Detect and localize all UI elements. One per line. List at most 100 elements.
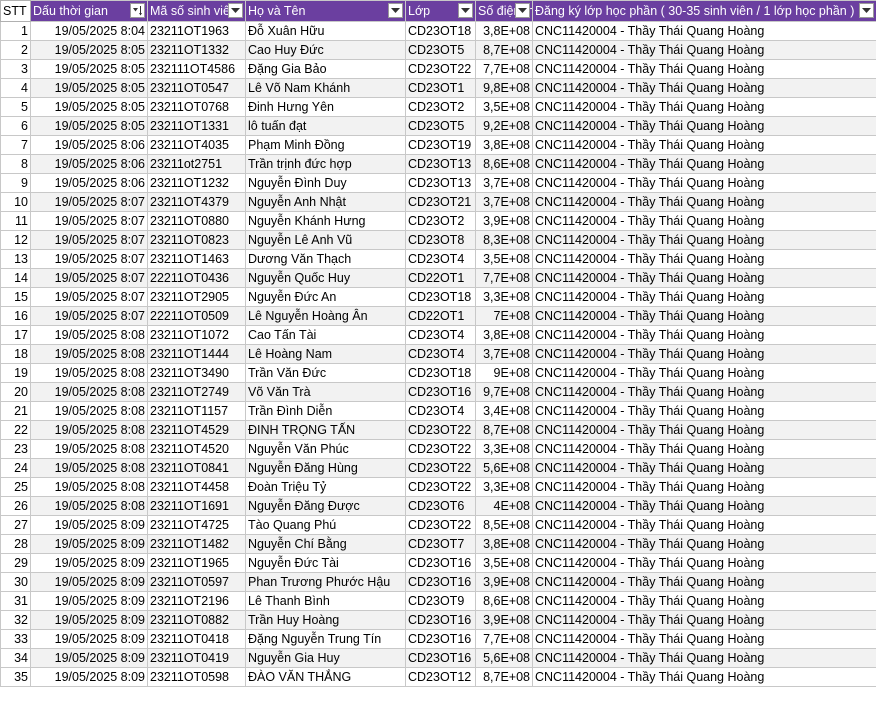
cell-full-name[interactable]: Võ Văn Trà bbox=[245, 382, 406, 402]
cell-student-id[interactable]: 22211OT0436 bbox=[147, 268, 246, 288]
cell-class[interactable]: CD23OT22 bbox=[405, 515, 476, 535]
cell-timestamp[interactable]: 19/05/2025 8:08 bbox=[30, 477, 148, 497]
cell-stt[interactable]: 35 bbox=[0, 667, 31, 687]
cell-course-registration[interactable]: CNC11420004 - Thầy Thái Quang Hoàng bbox=[532, 534, 876, 554]
cell-full-name[interactable]: Nguyễn Anh Nhật bbox=[245, 192, 406, 212]
cell-timestamp[interactable]: 19/05/2025 8:07 bbox=[30, 306, 148, 326]
cell-timestamp[interactable]: 19/05/2025 8:07 bbox=[30, 192, 148, 212]
column-header-course-registration[interactable]: Đăng ký lớp học phần ( 30-35 sinh viên /… bbox=[532, 0, 876, 22]
cell-class[interactable]: CD23OT21 bbox=[405, 192, 476, 212]
dropdown-icon[interactable] bbox=[388, 3, 403, 18]
cell-timestamp[interactable]: 19/05/2025 8:09 bbox=[30, 610, 148, 630]
cell-class[interactable]: CD23OT12 bbox=[405, 667, 476, 687]
cell-phone[interactable]: 4E+08 bbox=[475, 496, 533, 516]
cell-full-name[interactable]: Trần Văn Đức bbox=[245, 363, 406, 383]
cell-stt[interactable]: 23 bbox=[0, 439, 31, 459]
cell-phone[interactable]: 7,7E+08 bbox=[475, 59, 533, 79]
cell-student-id[interactable]: 23211OT1963 bbox=[147, 21, 246, 41]
cell-class[interactable]: CD23OT5 bbox=[405, 40, 476, 60]
cell-student-id[interactable]: 23211OT4379 bbox=[147, 192, 246, 212]
cell-timestamp[interactable]: 19/05/2025 8:07 bbox=[30, 249, 148, 269]
cell-timestamp[interactable]: 19/05/2025 8:08 bbox=[30, 496, 148, 516]
dropdown-icon[interactable] bbox=[458, 3, 473, 18]
cell-full-name[interactable]: Trần Đình Diễn bbox=[245, 401, 406, 421]
cell-course-registration[interactable]: CNC11420004 - Thầy Thái Quang Hoàng bbox=[532, 59, 876, 79]
cell-stt[interactable]: 12 bbox=[0, 230, 31, 250]
cell-stt[interactable]: 15 bbox=[0, 287, 31, 307]
cell-stt[interactable]: 25 bbox=[0, 477, 31, 497]
cell-course-registration[interactable]: CNC11420004 - Thầy Thái Quang Hoàng bbox=[532, 116, 876, 136]
cell-student-id[interactable]: 23211OT1482 bbox=[147, 534, 246, 554]
cell-class[interactable]: CD23OT22 bbox=[405, 59, 476, 79]
cell-class[interactable]: CD23OT13 bbox=[405, 173, 476, 193]
cell-phone[interactable]: 8,6E+08 bbox=[475, 154, 533, 174]
cell-timestamp[interactable]: 19/05/2025 8:06 bbox=[30, 154, 148, 174]
cell-phone[interactable]: 3,7E+08 bbox=[475, 173, 533, 193]
cell-phone[interactable]: 3,9E+08 bbox=[475, 211, 533, 231]
cell-timestamp[interactable]: 19/05/2025 8:08 bbox=[30, 420, 148, 440]
cell-phone[interactable]: 9,2E+08 bbox=[475, 116, 533, 136]
cell-stt[interactable]: 14 bbox=[0, 268, 31, 288]
cell-course-registration[interactable]: CNC11420004 - Thầy Thái Quang Hoàng bbox=[532, 401, 876, 421]
cell-phone[interactable]: 8,7E+08 bbox=[475, 40, 533, 60]
cell-timestamp[interactable]: 19/05/2025 8:05 bbox=[30, 116, 148, 136]
cell-full-name[interactable]: Phan Trương Phước Hậu bbox=[245, 572, 406, 592]
cell-phone[interactable]: 3,3E+08 bbox=[475, 287, 533, 307]
column-header-timestamp[interactable]: Dấu thời gian bbox=[30, 0, 148, 22]
cell-class[interactable]: CD23OT13 bbox=[405, 154, 476, 174]
cell-full-name[interactable]: lô tuấn đạt bbox=[245, 116, 406, 136]
cell-stt[interactable]: 16 bbox=[0, 306, 31, 326]
cell-class[interactable]: CD23OT18 bbox=[405, 287, 476, 307]
cell-stt[interactable]: 1 bbox=[0, 21, 31, 41]
cell-course-registration[interactable]: CNC11420004 - Thầy Thái Quang Hoàng bbox=[532, 249, 876, 269]
dropdown-icon[interactable] bbox=[515, 3, 530, 18]
cell-class[interactable]: CD23OT19 bbox=[405, 135, 476, 155]
cell-phone[interactable]: 8,6E+08 bbox=[475, 591, 533, 611]
cell-full-name[interactable]: Nguyễn Gia Huy bbox=[245, 648, 406, 668]
dropdown-icon[interactable] bbox=[859, 3, 874, 18]
cell-course-registration[interactable]: CNC11420004 - Thầy Thái Quang Hoàng bbox=[532, 154, 876, 174]
cell-stt[interactable]: 19 bbox=[0, 363, 31, 383]
cell-class[interactable]: CD23OT4 bbox=[405, 401, 476, 421]
cell-course-registration[interactable]: CNC11420004 - Thầy Thái Quang Hoàng bbox=[532, 173, 876, 193]
cell-stt[interactable]: 6 bbox=[0, 116, 31, 136]
cell-class[interactable]: CD23OT16 bbox=[405, 610, 476, 630]
cell-timestamp[interactable]: 19/05/2025 8:08 bbox=[30, 325, 148, 345]
cell-timestamp[interactable]: 19/05/2025 8:05 bbox=[30, 78, 148, 98]
cell-stt[interactable]: 22 bbox=[0, 420, 31, 440]
cell-phone[interactable]: 8,5E+08 bbox=[475, 515, 533, 535]
cell-class[interactable]: CD23OT16 bbox=[405, 382, 476, 402]
cell-stt[interactable]: 29 bbox=[0, 553, 31, 573]
cell-class[interactable]: CD23OT7 bbox=[405, 534, 476, 554]
cell-phone[interactable]: 9,8E+08 bbox=[475, 78, 533, 98]
cell-course-registration[interactable]: CNC11420004 - Thầy Thái Quang Hoàng bbox=[532, 306, 876, 326]
cell-course-registration[interactable]: CNC11420004 - Thầy Thái Quang Hoàng bbox=[532, 667, 876, 687]
cell-class[interactable]: CD23OT4 bbox=[405, 325, 476, 345]
cell-class[interactable]: CD23OT16 bbox=[405, 572, 476, 592]
cell-course-registration[interactable]: CNC11420004 - Thầy Thái Quang Hoàng bbox=[532, 515, 876, 535]
cell-timestamp[interactable]: 19/05/2025 8:08 bbox=[30, 363, 148, 383]
sort-filter-icon[interactable] bbox=[130, 3, 145, 18]
cell-full-name[interactable]: Nguyễn Đức Tài bbox=[245, 553, 406, 573]
cell-class[interactable]: CD23OT16 bbox=[405, 629, 476, 649]
cell-student-id[interactable]: 23211OT1965 bbox=[147, 553, 246, 573]
cell-student-id[interactable]: 23211OT1232 bbox=[147, 173, 246, 193]
cell-class[interactable]: CD23OT22 bbox=[405, 420, 476, 440]
cell-full-name[interactable]: Cao Huy Đức bbox=[245, 40, 406, 60]
cell-course-registration[interactable]: CNC11420004 - Thầy Thái Quang Hoàng bbox=[532, 40, 876, 60]
cell-class[interactable]: CD23OT22 bbox=[405, 477, 476, 497]
cell-phone[interactable]: 3,7E+08 bbox=[475, 344, 533, 364]
cell-stt[interactable]: 26 bbox=[0, 496, 31, 516]
cell-course-registration[interactable]: CNC11420004 - Thầy Thái Quang Hoàng bbox=[532, 192, 876, 212]
cell-student-id[interactable]: 23211OT1691 bbox=[147, 496, 246, 516]
cell-phone[interactable]: 3,7E+08 bbox=[475, 192, 533, 212]
cell-student-id[interactable]: 23211OT0547 bbox=[147, 78, 246, 98]
cell-timestamp[interactable]: 19/05/2025 8:09 bbox=[30, 534, 148, 554]
cell-timestamp[interactable]: 19/05/2025 8:08 bbox=[30, 382, 148, 402]
cell-full-name[interactable]: Nguyễn Đức An bbox=[245, 287, 406, 307]
cell-course-registration[interactable]: CNC11420004 - Thầy Thái Quang Hoàng bbox=[532, 78, 876, 98]
cell-full-name[interactable]: Nguyễn Khánh Hưng bbox=[245, 211, 406, 231]
cell-course-registration[interactable]: CNC11420004 - Thầy Thái Quang Hoàng bbox=[532, 553, 876, 573]
cell-stt[interactable]: 18 bbox=[0, 344, 31, 364]
cell-class[interactable]: CD23OT16 bbox=[405, 648, 476, 668]
